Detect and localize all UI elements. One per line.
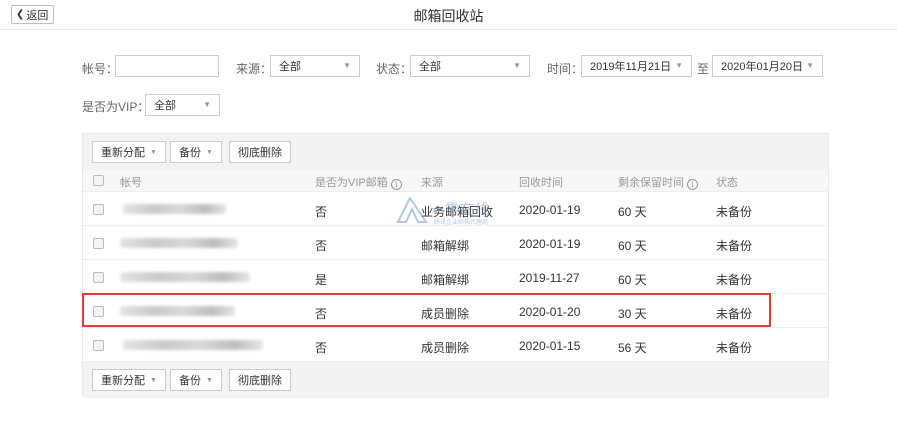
remaining-cell: 30 天: [618, 307, 647, 321]
vip-cell: 是: [315, 273, 328, 287]
remaining-cell: 56 天: [618, 341, 647, 355]
col-vip: 是否为VIP邮箱 i: [315, 174, 402, 190]
time-start-select[interactable]: 2019年11月21日 ▼: [581, 55, 692, 77]
col-account: 帐号: [120, 177, 142, 189]
vip-cell: 否: [315, 239, 328, 253]
permanent-delete-label: 彻底删除: [238, 147, 282, 159]
permanent-delete-button[interactable]: 彻底删除: [229, 141, 291, 163]
vip-cell: 否: [315, 205, 328, 219]
time-end-select[interactable]: 2020年01月20日 ▼: [712, 55, 823, 77]
row-checkbox[interactable]: [93, 306, 104, 317]
select-all-checkbox[interactable]: [93, 175, 104, 186]
caret-down-icon: ▼: [675, 61, 683, 70]
account-redacted: [120, 238, 238, 248]
col-vip-label: 是否为VIP邮箱: [315, 177, 388, 189]
status-filter-value: 全部: [419, 61, 441, 73]
remaining-cell: 60 天: [618, 205, 647, 219]
status-cell: 未备份: [716, 307, 753, 321]
backup-label: 备份: [179, 375, 201, 387]
row-checkbox[interactable]: [93, 272, 104, 283]
table-row[interactable]: 否 业务邮箱回收 2020-01-19 60 天 未备份: [83, 192, 828, 226]
table-row[interactable]: 否 邮箱解绑 2020-01-19 60 天 未备份: [83, 226, 828, 260]
info-icon[interactable]: i: [687, 179, 698, 190]
vip-cell: 否: [315, 307, 328, 321]
caret-down-icon: ▼: [203, 100, 211, 109]
table-row[interactable]: 是 邮箱解绑 2019-11-27 60 天 未备份: [83, 260, 828, 294]
recycle-time-cell: 2020-01-19: [519, 237, 581, 251]
row-checkbox[interactable]: [93, 340, 104, 351]
col-remaining-label: 剩余保留时间: [618, 177, 684, 189]
account-filter-label: 帐号：: [82, 62, 119, 76]
col-remaining: 剩余保留时间 i: [618, 174, 698, 190]
backup-label: 备份: [179, 147, 201, 159]
table-header: 帐号 是否为VIP邮箱 i 来源 回收时间 剩余保留时间 i 状态: [83, 170, 828, 192]
page-title: 邮箱回收站: [413, 8, 484, 24]
permanent-delete-label: 彻底删除: [238, 375, 282, 387]
time-end-value: 2020年01月20日: [721, 61, 803, 73]
status-cell: 未备份: [716, 239, 753, 253]
backup-button[interactable]: 备份 ▼: [170, 141, 222, 163]
recycle-time-cell: 2020-01-15: [519, 339, 581, 353]
vip-filter-label: 是否为VIP：: [82, 100, 150, 114]
source-filter-select[interactable]: 全部 ▼: [270, 55, 360, 77]
caret-down-icon: ▼: [513, 61, 521, 70]
status-cell: 未备份: [716, 273, 753, 287]
status-cell: 未备份: [716, 205, 753, 219]
source-cell: 邮箱解绑: [421, 239, 470, 253]
account-redacted: [120, 306, 235, 316]
source-cell: 业务邮箱回收: [421, 205, 494, 219]
recycle-table: 重新分配 ▼ 备份 ▼ 彻底删除 帐号 是否为VIP邮箱 i 来源 回收时间 剩余…: [82, 133, 829, 398]
vip-filter-value: 全部: [154, 100, 176, 112]
table-toolbar-top: 重新分配 ▼ 备份 ▼ 彻底删除: [83, 134, 828, 170]
account-redacted: [123, 204, 226, 214]
recycle-time-cell: 2020-01-20: [519, 305, 581, 319]
caret-down-icon: ▼: [206, 376, 213, 384]
reassign-label: 重新分配: [101, 375, 145, 387]
backup-button[interactable]: 备份 ▼: [170, 369, 222, 391]
remaining-cell: 60 天: [618, 273, 647, 287]
vip-filter-select[interactable]: 全部 ▼: [145, 94, 220, 116]
caret-down-icon: ▼: [150, 376, 157, 384]
caret-down-icon: ▼: [206, 148, 213, 156]
col-recycle-time: 回收时间: [519, 177, 563, 189]
time-filter-label: 时间：: [547, 62, 584, 76]
source-cell: 成员删除: [421, 307, 470, 321]
info-icon[interactable]: i: [390, 179, 402, 190]
source-filter-value: 全部: [279, 61, 301, 73]
reassign-label: 重新分配: [101, 147, 145, 159]
reassign-button[interactable]: 重新分配 ▼: [92, 369, 166, 391]
reassign-button[interactable]: 重新分配 ▼: [92, 141, 166, 163]
account-filter-input[interactable]: [115, 55, 219, 77]
source-cell: 邮箱解绑: [421, 273, 470, 287]
remaining-cell: 60 天: [618, 239, 647, 253]
table-row[interactable]: 否 成员删除 2020-01-15 56 天 未备份: [83, 328, 828, 362]
caret-down-icon: ▼: [343, 61, 351, 70]
time-start-value: 2019年11月21日: [590, 61, 672, 73]
vip-cell: 否: [315, 341, 328, 355]
permanent-delete-button[interactable]: 彻底删除: [229, 369, 291, 391]
col-status: 状态: [716, 177, 738, 189]
table-row-selected[interactable]: 否 成员删除 2020-01-20 30 天 未备份: [83, 294, 828, 328]
caret-down-icon: ▼: [806, 61, 814, 70]
recycle-time-cell: 2020-01-19: [519, 203, 581, 217]
source-cell: 成员删除: [421, 341, 470, 355]
row-checkbox[interactable]: [93, 204, 104, 215]
row-checkbox[interactable]: [93, 238, 104, 249]
recycle-time-cell: 2019-11-27: [519, 271, 580, 285]
status-cell: 未备份: [716, 341, 753, 355]
status-filter-select[interactable]: 全部 ▼: [410, 55, 530, 77]
source-filter-label: 来源：: [236, 62, 273, 76]
col-source: 来源: [421, 177, 443, 189]
caret-down-icon: ▼: [150, 148, 157, 156]
time-separator: 至: [697, 62, 710, 76]
account-redacted: [120, 272, 250, 282]
table-toolbar-bottom: 重新分配 ▼ 备份 ▼ 彻底删除: [83, 362, 828, 398]
status-filter-label: 状态：: [376, 62, 413, 76]
account-redacted: [123, 340, 263, 350]
top-bar: ❮ 返回 邮箱回收站: [0, 0, 897, 30]
